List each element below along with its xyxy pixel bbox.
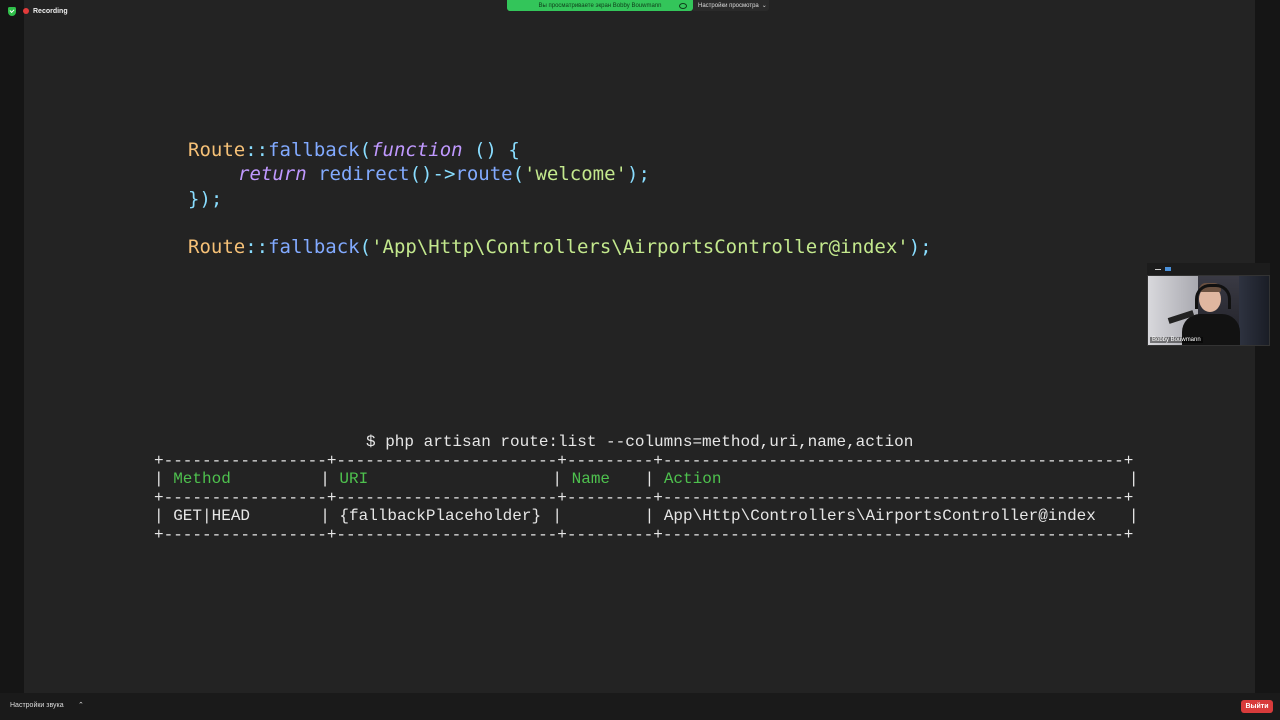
code-class-route: Route <box>188 139 246 161</box>
code-keyword-function: function <box>371 139 463 161</box>
code-arrow: -> <box>432 163 456 185</box>
header-method: Method <box>173 470 231 488</box>
header-action: Action <box>663 470 722 488</box>
code-fn-route: route <box>455 163 513 185</box>
view-switch-icon[interactable] <box>1165 267 1171 271</box>
code-paren: ( <box>359 236 372 258</box>
cell-action: App\Http\Controllers\AirportsController@… <box>663 507 1096 525</box>
cell-uri: {fallbackPlaceholder} <box>339 507 542 525</box>
code-line-1: Route::fallback(function () { <box>188 138 520 162</box>
table-border-mid: +-----------------+---------------------… <box>154 489 1134 507</box>
left-rail <box>0 0 24 693</box>
code-rest: () { <box>462 139 520 161</box>
share-banner: Вы просматриваете экран Bobby Bouwmann <box>507 0 693 11</box>
recording-indicator[interactable]: Recording <box>8 5 68 17</box>
code-paren: ( <box>359 139 372 161</box>
header-uri: URI <box>339 470 369 488</box>
code-paren: () <box>409 163 433 185</box>
code-string-controller: 'App\Http\Controllers\AirportsController… <box>371 236 909 258</box>
code-op: :: <box>245 139 269 161</box>
cell-method: GET|HEAD <box>173 507 251 525</box>
right-rail <box>1255 0 1280 693</box>
code-line-3: }); <box>188 188 223 210</box>
terminal-command: $ php artisan route:list --columns=metho… <box>366 433 914 451</box>
view-options-label: Настройки просмотра <box>698 2 759 9</box>
code-keyword-return: return <box>238 163 307 185</box>
code-class-route: Route <box>188 236 246 258</box>
shield-icon <box>8 6 16 16</box>
video-curtain <box>1239 276 1269 345</box>
code-fn: fallback <box>268 139 360 161</box>
code-paren-open: ( <box>512 163 525 185</box>
view-options-button[interactable]: Настройки просмотра ⌄ <box>693 0 769 11</box>
participant-video: Bobby Bouwmann <box>1147 275 1270 346</box>
code-fn-redirect: redirect <box>318 163 410 185</box>
audio-settings-button[interactable]: Настройки звука <box>10 702 64 709</box>
chevron-down-icon: ⌄ <box>761 3 767 9</box>
bottom-toolbar: Настройки звука ⌃ Выйти <box>0 693 1280 720</box>
code-string-welcome: 'welcome' <box>524 163 627 185</box>
recording-label: Recording <box>33 7 68 15</box>
code-line-4: Route::fallback('App\Http\Controllers\Ai… <box>188 235 932 259</box>
share-banner-text: Вы просматриваете экран Bobby Bouwmann <box>538 2 662 9</box>
headset-icon <box>1195 284 1231 309</box>
code-op: :: <box>245 236 269 258</box>
header-name: Name <box>571 470 611 488</box>
code-paren-close: ); <box>627 163 650 185</box>
table-row: | GET|HEAD | {fallbackPlaceholder} | | App… <box>154 507 1139 525</box>
shared-screen: Route::fallback(function () { return red… <box>24 0 1255 693</box>
record-dot-icon <box>23 8 29 14</box>
chevron-up-icon[interactable]: ⌃ <box>78 701 84 709</box>
exit-button[interactable]: Выйти <box>1241 700 1273 713</box>
minimize-icon[interactable] <box>1155 268 1161 270</box>
table-header-row: | Method | URI | Name | Action | <box>154 470 1139 488</box>
table-border-top: +-----------------+---------------------… <box>154 452 1134 470</box>
video-thumbnail[interactable]: Bobby Bouwmann <box>1147 263 1270 346</box>
code-paren-close: ); <box>908 236 932 258</box>
eye-icon <box>679 3 687 9</box>
code-fn: fallback <box>268 236 360 258</box>
video-thumbnail-toolbar <box>1147 263 1270 275</box>
code-line-2: return redirect()->route('welcome'); <box>238 162 650 186</box>
participant-name: Bobby Bouwmann <box>1150 337 1203 343</box>
table-border-bottom: +-----------------+---------------------… <box>154 526 1134 544</box>
